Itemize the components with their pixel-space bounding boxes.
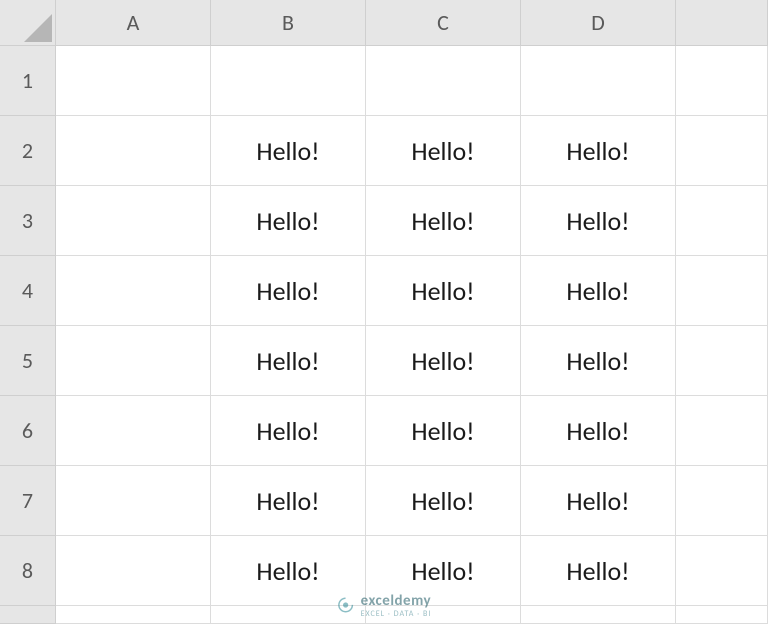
cell-C4[interactable]: Hello! xyxy=(366,256,521,326)
cell-D4[interactable]: Hello! xyxy=(521,256,676,326)
cell-C9[interactable] xyxy=(366,606,521,624)
cell-A9[interactable] xyxy=(56,606,211,624)
cell-E6[interactable] xyxy=(676,396,768,466)
cell-B4[interactable]: Hello! xyxy=(211,256,366,326)
row-header-3[interactable]: 3 xyxy=(0,186,56,256)
cell-D6[interactable]: Hello! xyxy=(521,396,676,466)
cell-C2[interactable]: Hello! xyxy=(366,116,521,186)
cell-E7[interactable] xyxy=(676,466,768,536)
column-header-A[interactable]: A xyxy=(56,0,211,46)
spreadsheet-grid: A B C D 1 2 Hello! Hello! Hello! 3 Hello… xyxy=(0,0,768,624)
cell-A4[interactable] xyxy=(56,256,211,326)
cell-D7[interactable]: Hello! xyxy=(521,466,676,536)
column-header-C[interactable]: C xyxy=(366,0,521,46)
cell-A8[interactable] xyxy=(56,536,211,606)
row-header-6[interactable]: 6 xyxy=(0,396,56,466)
cell-E2[interactable] xyxy=(676,116,768,186)
cell-D2[interactable]: Hello! xyxy=(521,116,676,186)
cell-B3[interactable]: Hello! xyxy=(211,186,366,256)
row-header-9[interactable] xyxy=(0,606,56,624)
row-header-8[interactable]: 8 xyxy=(0,536,56,606)
cell-B9[interactable] xyxy=(211,606,366,624)
cell-A7[interactable] xyxy=(56,466,211,536)
cell-B7[interactable]: Hello! xyxy=(211,466,366,536)
row-header-4[interactable]: 4 xyxy=(0,256,56,326)
cell-C8[interactable]: Hello! xyxy=(366,536,521,606)
cell-D9[interactable] xyxy=(521,606,676,624)
row-header-7[interactable]: 7 xyxy=(0,466,56,536)
cell-E1[interactable] xyxy=(676,46,768,116)
select-all-triangle-icon xyxy=(24,14,52,42)
row-header-2[interactable]: 2 xyxy=(0,116,56,186)
cell-E3[interactable] xyxy=(676,186,768,256)
cell-B1[interactable] xyxy=(211,46,366,116)
column-header-D[interactable]: D xyxy=(521,0,676,46)
cell-E8[interactable] xyxy=(676,536,768,606)
cell-B8[interactable]: Hello! xyxy=(211,536,366,606)
cell-D3[interactable]: Hello! xyxy=(521,186,676,256)
cell-C7[interactable]: Hello! xyxy=(366,466,521,536)
row-header-5[interactable]: 5 xyxy=(0,326,56,396)
column-header-E[interactable] xyxy=(676,0,768,46)
cell-E5[interactable] xyxy=(676,326,768,396)
cell-A6[interactable] xyxy=(56,396,211,466)
cell-A2[interactable] xyxy=(56,116,211,186)
cell-C5[interactable]: Hello! xyxy=(366,326,521,396)
cell-A5[interactable] xyxy=(56,326,211,396)
cell-C6[interactable]: Hello! xyxy=(366,396,521,466)
cell-B2[interactable]: Hello! xyxy=(211,116,366,186)
cell-C1[interactable] xyxy=(366,46,521,116)
cell-A1[interactable] xyxy=(56,46,211,116)
select-all-corner[interactable] xyxy=(0,0,56,46)
cell-D5[interactable]: Hello! xyxy=(521,326,676,396)
column-header-B[interactable]: B xyxy=(211,0,366,46)
cell-C3[interactable]: Hello! xyxy=(366,186,521,256)
cell-B5[interactable]: Hello! xyxy=(211,326,366,396)
cell-B6[interactable]: Hello! xyxy=(211,396,366,466)
cell-E4[interactable] xyxy=(676,256,768,326)
cell-A3[interactable] xyxy=(56,186,211,256)
cell-D1[interactable] xyxy=(521,46,676,116)
cell-E9[interactable] xyxy=(676,606,768,624)
row-header-1[interactable]: 1 xyxy=(0,46,56,116)
cell-D8[interactable]: Hello! xyxy=(521,536,676,606)
